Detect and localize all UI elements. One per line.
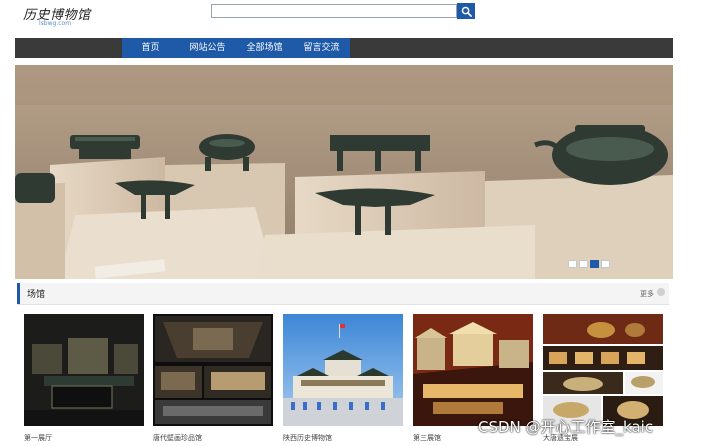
venue-image[interactable] bbox=[543, 314, 663, 426]
venues-section-header: 场馆 更多 bbox=[17, 283, 669, 305]
carousel-dot-3[interactable] bbox=[590, 260, 599, 268]
nav-item-messages[interactable]: 留言交流 bbox=[293, 38, 350, 58]
venue-image[interactable] bbox=[283, 314, 403, 426]
carousel-dot-2[interactable] bbox=[579, 260, 588, 268]
site-logo[interactable]: 历史博物馆 lsbwg.com bbox=[23, 4, 103, 30]
banner-image bbox=[15, 65, 673, 279]
logo-subtitle: lsbwg.com bbox=[39, 20, 72, 27]
venue-card[interactable]: 唐代壁画珍品馆 bbox=[153, 314, 273, 443]
venue-image[interactable] bbox=[24, 314, 144, 426]
banner-carousel[interactable] bbox=[15, 65, 673, 279]
search-button[interactable] bbox=[457, 3, 475, 19]
nav-item-all-venues[interactable]: 全部场馆 bbox=[236, 38, 293, 58]
venue-card[interactable]: 陕西历史博物馆 bbox=[283, 314, 403, 443]
carousel-dot-1[interactable] bbox=[568, 260, 577, 268]
search-icon bbox=[461, 6, 472, 17]
nav-item-announcements[interactable]: 网站公告 bbox=[179, 38, 236, 58]
section-title: 场馆 bbox=[27, 290, 46, 300]
venue-image[interactable] bbox=[413, 314, 533, 426]
more-link[interactable]: 更多 bbox=[640, 289, 654, 299]
section-accent-bar bbox=[17, 283, 20, 304]
main-nav: 首页 网站公告 全部场馆 留言交流 bbox=[15, 38, 673, 58]
venue-card[interactable]: 第一展厅 bbox=[24, 314, 144, 443]
search-input[interactable] bbox=[211, 4, 457, 18]
nav-item-home[interactable]: 首页 bbox=[122, 38, 179, 58]
watermark: CSDN @开心工作室_kaic bbox=[478, 418, 654, 436]
venue-image[interactable] bbox=[153, 314, 273, 426]
carousel-dot-4[interactable] bbox=[601, 260, 610, 268]
venue-name[interactable]: 第一展厅 bbox=[24, 433, 144, 443]
nav-menu: 首页 网站公告 全部场馆 留言交流 bbox=[122, 38, 350, 58]
carousel-dots bbox=[568, 260, 610, 268]
more-icon[interactable] bbox=[657, 288, 665, 296]
venue-name[interactable]: 陕西历史博物馆 bbox=[283, 433, 403, 443]
venue-name[interactable]: 唐代壁画珍品馆 bbox=[153, 433, 273, 443]
